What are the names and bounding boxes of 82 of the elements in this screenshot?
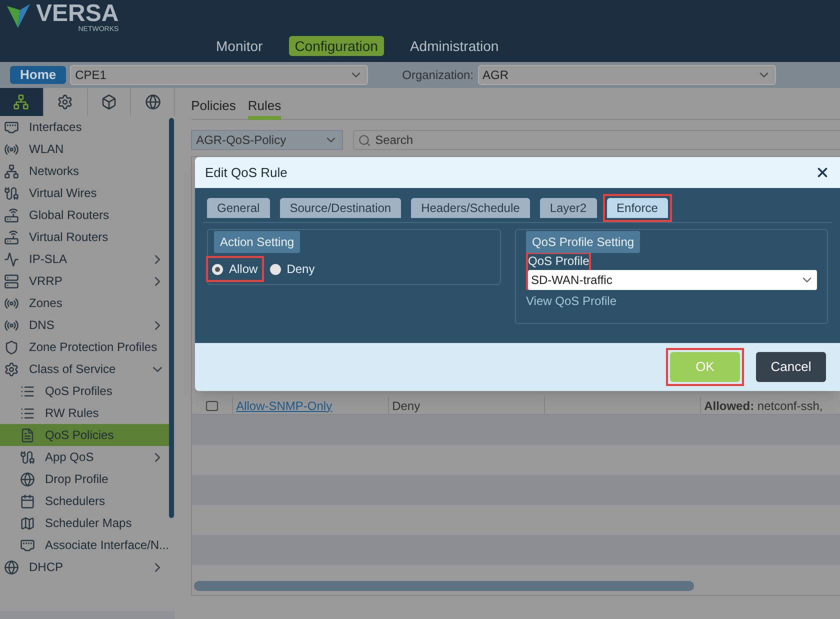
sidebar-item[interactable]: Drop Profile xyxy=(0,468,170,490)
cable-icon xyxy=(20,450,35,464)
port-icon xyxy=(20,538,35,552)
router-icon xyxy=(4,208,19,222)
cube-icon xyxy=(100,94,117,110)
row-checkbox[interactable] xyxy=(206,400,218,410)
network-icon xyxy=(13,94,30,110)
dialog-tab[interactable]: General xyxy=(207,198,270,218)
sidebar-item[interactable]: Networks xyxy=(0,160,170,182)
antenna-icon xyxy=(4,318,19,332)
sidebar-tab[interactable] xyxy=(88,88,132,116)
map-icon xyxy=(20,516,35,530)
appliance-select[interactable]: CPE1 xyxy=(70,65,368,85)
view-profile-link[interactable]: View QoS Profile xyxy=(526,292,817,310)
sidebar-item[interactable]: Zone Protection Profiles xyxy=(0,336,170,358)
antenna-icon xyxy=(4,142,19,156)
shield-icon xyxy=(4,340,19,354)
dialog-tab[interactable]: Layer2 xyxy=(540,198,597,218)
sidebar-item[interactable]: IP-SLA xyxy=(0,248,170,270)
field-label: QoS Profile xyxy=(528,254,590,268)
radio-option[interactable]: Deny xyxy=(268,260,317,278)
antenna-icon xyxy=(4,296,19,310)
calendar-icon xyxy=(20,494,35,508)
page-tab[interactable]: Rules xyxy=(248,96,282,120)
search-icon xyxy=(358,134,372,146)
organization-label: Organization: xyxy=(402,67,474,84)
close-icon[interactable] xyxy=(815,165,830,180)
dialog-tab[interactable]: Headers/Schedule xyxy=(411,198,530,218)
sidebar-item[interactable]: App QoS xyxy=(0,446,170,468)
radio-button[interactable] xyxy=(270,264,281,274)
sidebar-item[interactable]: Associate Interface/N... xyxy=(0,534,170,556)
nav-tab[interactable]: Administration xyxy=(404,36,505,56)
sidebar-item[interactable]: Schedulers xyxy=(0,490,170,512)
dialog-title: Edit QoS Rule xyxy=(205,164,288,182)
logo-icon xyxy=(6,2,32,30)
nav-tab[interactable]: Configuration xyxy=(288,36,384,56)
dialog-tab[interactable]: Source/Destination xyxy=(280,198,402,218)
network-icon xyxy=(4,164,19,178)
radio-button[interactable] xyxy=(212,264,223,274)
sidebar-item[interactable]: DHCP xyxy=(0,556,170,578)
panel-title: Action Setting xyxy=(214,231,300,253)
page-tab[interactable]: Policies xyxy=(191,96,236,120)
globe-icon xyxy=(20,472,35,486)
cancel-button[interactable]: Cancel xyxy=(756,352,826,382)
router-icon xyxy=(4,230,19,244)
qos-profile-select[interactable]: SD-WAN-traffic xyxy=(528,270,817,290)
port-icon xyxy=(4,120,19,134)
list-icon xyxy=(20,384,35,398)
sidebar-item[interactable]: Zones xyxy=(0,292,170,314)
sidebar-item[interactable]: RW Rules xyxy=(0,402,170,424)
scrollbar[interactable] xyxy=(169,118,174,518)
server-icon xyxy=(4,274,19,288)
gear-icon xyxy=(4,362,19,376)
sidebar-item[interactable]: Global Routers xyxy=(0,204,170,226)
pulse-icon xyxy=(4,252,19,266)
sidebar-item[interactable]: WLAN xyxy=(0,138,170,160)
sidebar-item[interactable]: Class of Service xyxy=(0,358,170,380)
document-icon xyxy=(20,428,35,442)
home-button[interactable]: Home xyxy=(10,66,66,84)
dialog-tab[interactable]: Enforce xyxy=(606,198,668,218)
scrollbar[interactable] xyxy=(194,581,694,591)
table-cell: Allowed: netconf-ssh, xyxy=(704,398,823,412)
list-icon xyxy=(20,406,35,420)
sidebar-item[interactable]: Virtual Wires xyxy=(0,182,170,204)
cable-icon xyxy=(4,186,19,200)
brand-name: VERSA xyxy=(36,2,119,26)
organization-select[interactable]: AGR xyxy=(478,65,776,85)
sidebar-item[interactable]: Virtual Routers xyxy=(0,226,170,248)
sidebar-item[interactable]: VRRP xyxy=(0,270,170,292)
sidebar-item[interactable]: Scheduler Maps xyxy=(0,512,170,534)
gear-icon xyxy=(57,94,74,110)
globe-icon xyxy=(144,94,161,110)
globe-icon xyxy=(4,560,19,574)
policy-select[interactable]: AGR-QoS-Policy xyxy=(191,130,344,150)
nav-tab[interactable]: Monitor xyxy=(210,36,269,56)
sidebar-tab[interactable] xyxy=(0,88,44,116)
table-cell: Deny xyxy=(392,398,420,412)
sidebar-item[interactable]: QoS Policies xyxy=(0,424,170,446)
panel-title: QoS Profile Setting xyxy=(526,231,640,253)
sidebar-item[interactable]: QoS Profiles xyxy=(0,380,170,402)
sidebar-item[interactable]: Interfaces xyxy=(0,116,170,138)
sidebar-item[interactable]: DNS xyxy=(0,314,170,336)
